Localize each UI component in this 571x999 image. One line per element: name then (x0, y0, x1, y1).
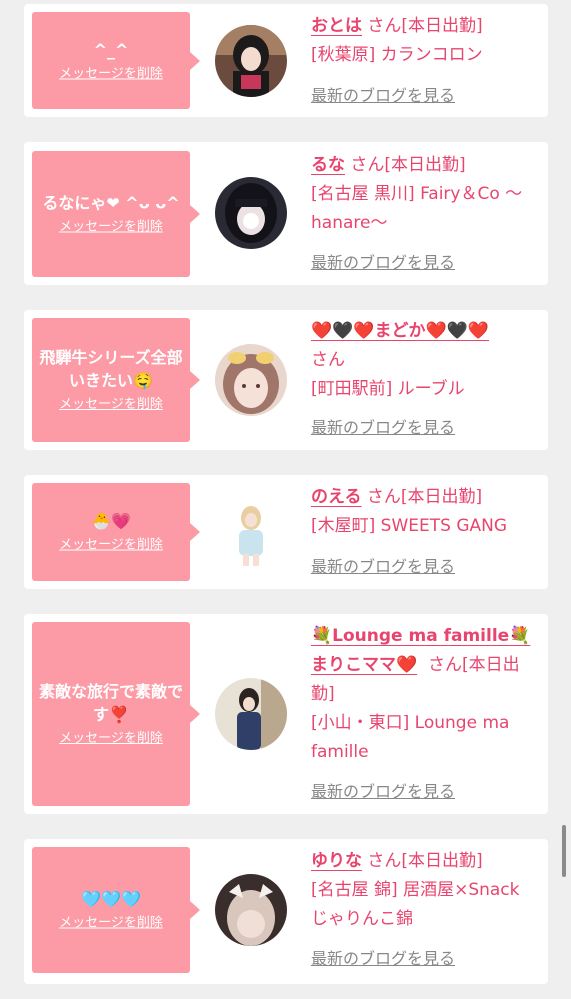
scrollbar[interactable] (562, 825, 566, 877)
shop-location: [小山・東口] Lounge ma famille (311, 713, 510, 762)
cast-name-link[interactable]: るな (311, 155, 345, 175)
cast-status: さん[本日出勤] (367, 851, 483, 871)
message-bubble: 飛騨牛シリーズ全部いきたい🤤 メッセージを削除 (32, 318, 200, 442)
cast-card: ^_^ メッセージを削除 おとは さん[本日出勤] [秋葉原] カランコロン 最… (24, 4, 548, 117)
delete-message-link[interactable]: メッセージを削除 (59, 537, 163, 555)
cast-name-link[interactable]: ❤️🖤❤️まどか❤️🖤❤️ (311, 321, 489, 341)
cast-card: 素敵な旅行で素敵です❣️ メッセージを削除 💐Lounge ma famille… (24, 614, 548, 814)
latest-blog-link[interactable]: 最新のブログを見る (311, 781, 455, 803)
delete-message-link[interactable]: メッセージを削除 (59, 915, 163, 933)
cast-name-link[interactable]: ゆりな (311, 851, 362, 871)
cast-card: 🩵🩵🩵 メッセージを削除 ゆりな さん[本日出勤] [名古屋 錦] 居酒屋×Sn… (24, 839, 548, 984)
message-text: 🩵🩵🩵 (81, 889, 141, 909)
avatar[interactable] (215, 177, 287, 249)
message-bubble: 素敵な旅行で素敵です❣️ メッセージを削除 (32, 622, 200, 806)
message-bubble: 🩵🩵🩵 メッセージを削除 (32, 847, 200, 973)
cast-info: るな さん[本日出勤] [名古屋 黒川] Fairy＆Co 〜hanare〜 (311, 151, 540, 238)
message-text: 素敵な旅行で素敵です❣️ (38, 682, 183, 724)
latest-blog-link[interactable]: 最新のブログを見る (311, 556, 455, 578)
message-text: ^_^ (93, 40, 129, 59)
cast-status: さん (311, 350, 345, 370)
cast-info: 💐Lounge ma famille💐 まりこママ❤️ さん[本日出勤] [小山… (311, 622, 540, 767)
cast-info: のえる さん[本日出勤] [木屋町] SWEETS GANG (311, 483, 540, 541)
avatar[interactable] (215, 344, 287, 416)
cast-card: 飛騨牛シリーズ全部いきたい🤤 メッセージを削除 ❤️🖤❤️まどか❤️🖤❤️ さん… (24, 310, 548, 450)
shop-location: [秋葉原] カランコロン (311, 45, 483, 65)
cast-info: おとは さん[本日出勤] [秋葉原] カランコロン (311, 12, 540, 70)
avatar[interactable] (215, 25, 287, 97)
cast-info: ❤️🖤❤️まどか❤️🖤❤️ さん [町田駅前] ルーブル (311, 317, 540, 404)
message-bubble: 🐣💗 メッセージを削除 (32, 483, 200, 581)
delete-message-link[interactable]: メッセージを削除 (59, 396, 163, 414)
cast-status: さん[本日出勤] (350, 155, 466, 175)
cast-card: るなにゃ❤︎ ^ᴗ ᴗ^ メッセージを削除 るな さん[本日出勤] [名古屋 黒… (24, 142, 548, 285)
delete-message-link[interactable]: メッセージを削除 (59, 730, 163, 748)
cast-status: さん[本日出勤] (366, 487, 483, 507)
latest-blog-link[interactable]: 最新のブログを見る (311, 252, 455, 274)
avatar[interactable] (215, 496, 287, 568)
cast-info: ゆりな さん[本日出勤] [名古屋 錦] 居酒屋×Snack じゃりんこ錦 (311, 847, 540, 934)
shop-location: [町田駅前] ルーブル (311, 379, 465, 399)
cast-card: 🐣💗 メッセージを削除 のえる さん[本日出勤] [木屋町] SWEETS GA… (24, 475, 548, 589)
avatar[interactable] (215, 678, 287, 750)
avatar[interactable] (215, 874, 287, 946)
shop-location: [名古屋 錦] 居酒屋×Snack じゃりんこ錦 (311, 880, 520, 929)
latest-blog-link[interactable]: 最新のブログを見る (311, 948, 455, 970)
cast-name-link[interactable]: のえる (311, 487, 362, 507)
message-text: 🐣💗 (91, 511, 131, 531)
message-bubble: るなにゃ❤︎ ^ᴗ ᴗ^ メッセージを削除 (32, 151, 200, 277)
shop-location: [木屋町] SWEETS GANG (311, 516, 508, 536)
shop-location: [名古屋 黒川] Fairy＆Co 〜hanare〜 (311, 184, 523, 233)
latest-blog-link[interactable]: 最新のブログを見る (311, 417, 455, 439)
message-text: 飛騨牛シリーズ全部いきたい🤤 (39, 348, 183, 390)
cast-name-link[interactable]: おとは (311, 16, 362, 36)
message-text: るなにゃ❤︎ ^ᴗ ᴗ^ (42, 193, 180, 213)
delete-message-link[interactable]: メッセージを削除 (59, 219, 163, 237)
latest-blog-link[interactable]: 最新のブログを見る (311, 85, 455, 107)
message-bubble: ^_^ メッセージを削除 (32, 12, 200, 109)
cast-status: さん[本日出勤] (367, 16, 483, 36)
delete-message-link[interactable]: メッセージを削除 (59, 65, 163, 83)
